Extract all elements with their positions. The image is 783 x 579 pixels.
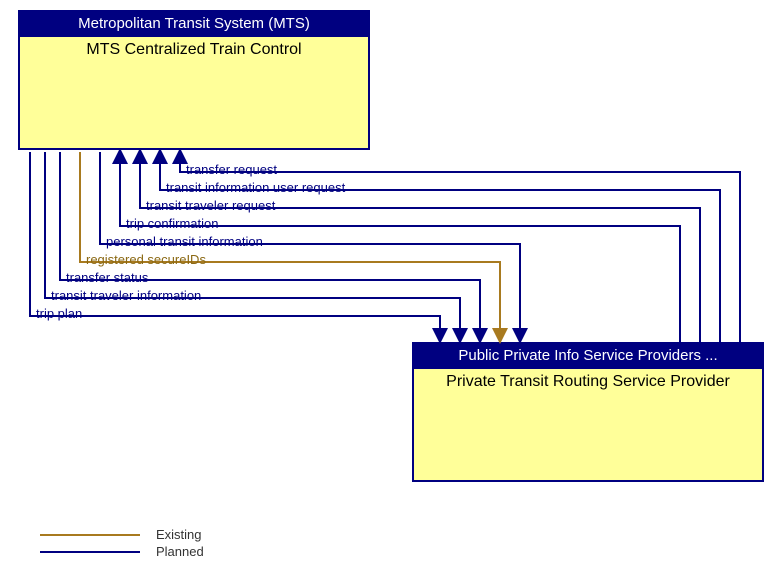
entity-body-mts: MTS Centralized Train Control — [20, 37, 368, 148]
flow-label-transit-info-user-request: transit information user request — [166, 180, 345, 195]
flow-label-transit-traveler-info: transit traveler information — [51, 288, 201, 303]
flow-label-trip-confirmation: trip confirmation — [126, 216, 218, 231]
legend: Existing Planned — [40, 527, 204, 561]
entity-header-mts: Metropolitan Transit System (MTS) — [20, 12, 368, 37]
entity-body-provider: Private Transit Routing Service Provider — [414, 369, 762, 480]
legend-existing: Existing — [40, 527, 204, 542]
entity-private-routing-provider[interactable]: Public Private Info Service Providers ..… — [412, 342, 764, 482]
entity-mts-train-control[interactable]: Metropolitan Transit System (MTS) MTS Ce… — [18, 10, 370, 150]
flow-label-transfer-status: transfer status — [66, 270, 148, 285]
diagram-container: Metropolitan Transit System (MTS) MTS Ce… — [0, 0, 783, 579]
legend-label-existing: Existing — [156, 527, 202, 542]
flow-label-trip-plan: trip plan — [36, 306, 82, 321]
flow-label-transit-traveler-request: transit traveler request — [146, 198, 275, 213]
legend-label-planned: Planned — [156, 544, 204, 559]
legend-line-planned — [40, 551, 140, 553]
legend-line-existing — [40, 534, 140, 536]
entity-header-provider: Public Private Info Service Providers ..… — [414, 344, 762, 369]
legend-planned: Planned — [40, 544, 204, 559]
flow-label-personal-transit-info: personal transit information — [106, 234, 263, 249]
flow-label-registered-secureids: registered secureIDs — [86, 252, 206, 267]
flow-label-transfer-request: transfer request — [186, 162, 277, 177]
